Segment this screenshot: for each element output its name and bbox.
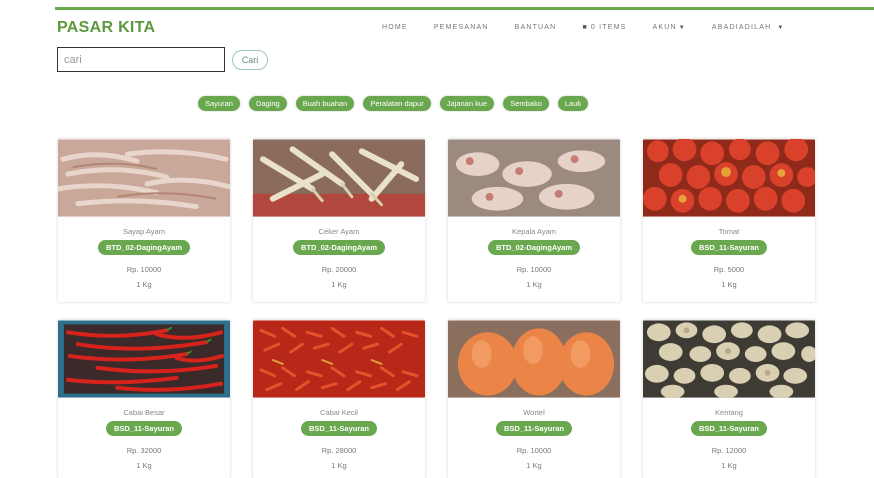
product-code-badge: BTD_02-DagingAyam: [488, 240, 580, 255]
product-name: Cabai Kecil: [320, 408, 358, 417]
product-code-badge: BTD_02-DagingAyam: [293, 240, 385, 255]
nav-cart[interactable]: ■ 0 ITEMS: [582, 24, 626, 31]
category-sayuran[interactable]: Sayuran: [198, 96, 240, 111]
search-button[interactable]: Cari: [232, 50, 268, 70]
chicken-wings-image: [58, 139, 230, 217]
product-price: Rp. 10000: [126, 265, 162, 274]
category-peralatan-dapur[interactable]: Peralatan dapur: [363, 96, 431, 111]
product-price: Rp. 28000: [321, 446, 357, 455]
product-unit: 1 Kg: [136, 461, 152, 470]
product-unit: 1 Kg: [136, 280, 152, 289]
product-unit: 1 Kg: [526, 280, 542, 289]
category-buah-buahan[interactable]: Buah buahan: [295, 96, 355, 111]
product-grid-row-1: Sayap Ayam BTD_02-DagingAyam Rp. 10000 1…: [57, 138, 817, 303]
product-card[interactable]: Kentang BSD_11-Sayuran Rp. 12000 1 Kg: [642, 319, 816, 478]
product-name: Kepala Ayam: [511, 227, 557, 236]
caret-down-icon: ▼: [678, 24, 686, 31]
product-code-badge: BSD_11-Sayuran: [105, 421, 183, 436]
potatoes-image: [643, 320, 815, 398]
product-price: Rp. 12000: [711, 446, 747, 455]
product-card[interactable]: Ceker Ayam BTD_02-DagingAyam Rp. 20000 1…: [252, 138, 426, 303]
akun-label: AKUN: [652, 24, 677, 31]
product-code-badge: BTD_02-DagingAyam: [98, 240, 190, 255]
product-unit: 1 Kg: [721, 280, 737, 289]
small-chilies-image: [253, 320, 425, 398]
product-name: Cabai Besar: [123, 408, 165, 417]
product-code-badge: BSD_11-Sayuran: [495, 421, 573, 436]
product-code-badge: BSD_11-Sayuran: [300, 421, 378, 436]
product-name: Tomat: [718, 227, 740, 236]
nav-bantuan[interactable]: BANTUAN: [515, 24, 557, 31]
top-accent-bar: [55, 7, 874, 10]
product-grid-row-2: Cabai Besar BSD_11-Sayuran Rp. 32000 1 K…: [57, 319, 817, 478]
tomatoes-image: [643, 139, 815, 217]
user-label: ABADIADILAH: [711, 24, 772, 31]
cart-icon: ■: [582, 24, 588, 31]
main-nav: HOME PEMESANAN BANTUAN ■ 0 ITEMS AKUN ▼ …: [382, 24, 811, 31]
category-daging[interactable]: Daging: [248, 96, 287, 111]
category-lauk[interactable]: Lauk: [557, 96, 589, 111]
product-name: Kentang: [715, 408, 743, 417]
nav-pemesanan[interactable]: PEMESANAN: [434, 24, 489, 31]
cart-label: 0 ITEMS: [590, 24, 627, 31]
product-unit: 1 Kg: [331, 280, 347, 289]
carrots-image: [448, 320, 620, 398]
nav-akun[interactable]: AKUN ▼: [653, 24, 686, 31]
caret-down-icon: ▼: [777, 24, 785, 31]
product-code-badge: BSD_11-Sayuran: [690, 240, 768, 255]
product-unit: 1 Kg: [721, 461, 737, 470]
product-card[interactable]: Tomat BSD_11-Sayuran Rp. 5000 1 Kg: [642, 138, 816, 303]
product-price: Rp. 20000: [321, 265, 357, 274]
product-card[interactable]: Cabai Besar BSD_11-Sayuran Rp. 32000 1 K…: [57, 319, 231, 478]
product-price: Rp. 10000: [516, 446, 552, 455]
search-input[interactable]: [57, 47, 225, 72]
product-price: Rp. 5000: [713, 265, 745, 274]
product-price: Rp. 10000: [516, 265, 552, 274]
product-card[interactable]: Sayap Ayam BTD_02-DagingAyam Rp. 10000 1…: [57, 138, 231, 303]
nav-user-menu[interactable]: ABADIADILAH ▼: [712, 24, 785, 31]
product-price: Rp. 32000: [126, 446, 162, 455]
red-chilies-image: [58, 320, 230, 398]
nav-home[interactable]: HOME: [382, 24, 408, 31]
category-filters: Sayuran Daging Buah buahan Peralatan dap…: [198, 96, 597, 111]
product-name: Sayap Ayam: [123, 227, 165, 236]
product-unit: 1 Kg: [526, 461, 542, 470]
product-unit: 1 Kg: [331, 461, 347, 470]
product-name: Wortel: [523, 408, 545, 417]
product-name: Ceker Ayam: [318, 227, 360, 236]
product-card[interactable]: Cabai Kecil BSD_11-Sayuran Rp. 28000 1 K…: [252, 319, 426, 478]
product-card[interactable]: Wortel BSD_11-Sayuran Rp. 10000 1 Kg: [447, 319, 621, 478]
chicken-feet-image: [253, 139, 425, 217]
site-logo[interactable]: PASAR KITA: [57, 19, 155, 37]
category-jajanan-kue[interactable]: Jajanan kue: [439, 96, 495, 111]
category-sembako[interactable]: Sembako: [503, 96, 549, 111]
product-card[interactable]: Kepala Ayam BTD_02-DagingAyam Rp. 10000 …: [447, 138, 621, 303]
product-code-badge: BSD_11-Sayuran: [690, 421, 768, 436]
chicken-heads-image: [448, 139, 620, 217]
